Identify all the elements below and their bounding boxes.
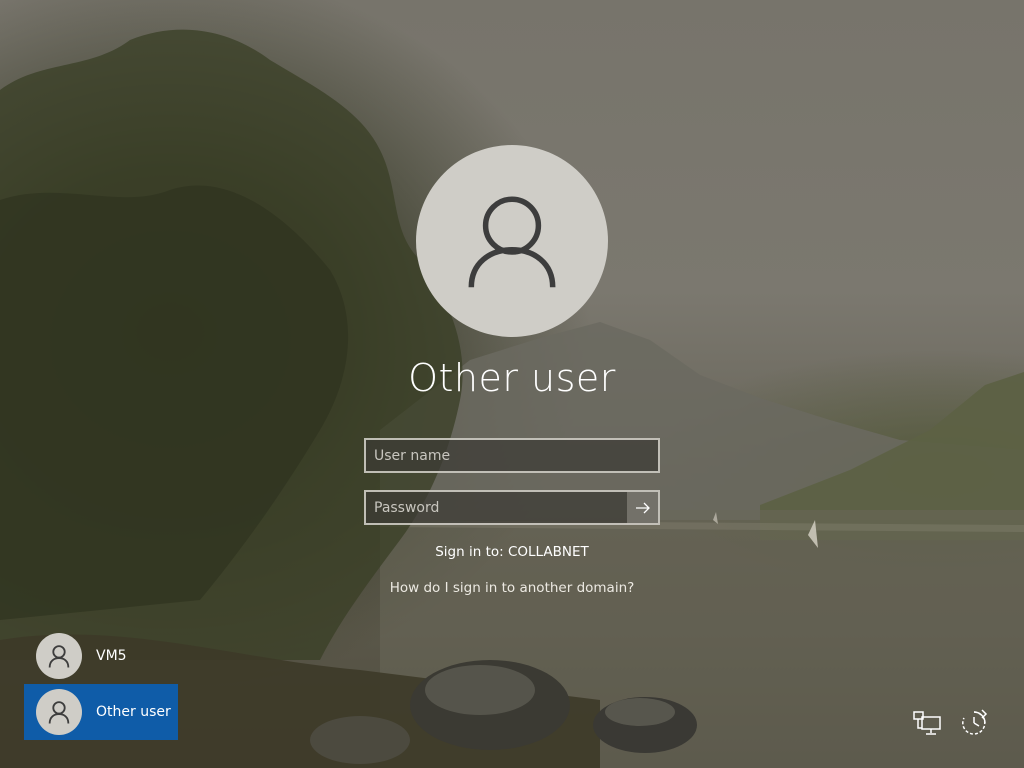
username-field-container [364, 438, 660, 473]
user-tile-vm5[interactable]: VM5 [24, 628, 178, 684]
user-tile-label: Other user [96, 704, 171, 720]
user-avatar [416, 145, 608, 337]
password-field-container [364, 490, 660, 525]
arrow-right-icon [635, 502, 650, 513]
ease-of-access-button[interactable] [957, 706, 991, 740]
user-tile-avatar [36, 689, 82, 735]
username-input[interactable] [366, 440, 658, 471]
submit-button[interactable] [627, 492, 658, 523]
ease-of-access-icon [962, 709, 988, 735]
user-tile-other-user[interactable]: Other user [24, 684, 178, 740]
sign-in-domain-text: Sign in to: COLLABNET [435, 544, 589, 560]
user-silhouette-icon [48, 645, 70, 668]
user-tile-label: VM5 [96, 648, 127, 664]
user-silhouette-icon [48, 701, 70, 724]
network-icon [913, 711, 941, 735]
user-tile-avatar [36, 633, 82, 679]
user-list: VM5 Other user [24, 628, 178, 740]
password-input[interactable] [366, 492, 627, 523]
other-domain-help-link[interactable]: How do I sign in to another domain? [390, 580, 635, 596]
other-domain-help-container: How do I sign in to another domain? [0, 580, 1024, 596]
network-button[interactable] [910, 706, 944, 740]
user-title: Other user [408, 356, 616, 400]
user-silhouette-icon [468, 196, 556, 288]
